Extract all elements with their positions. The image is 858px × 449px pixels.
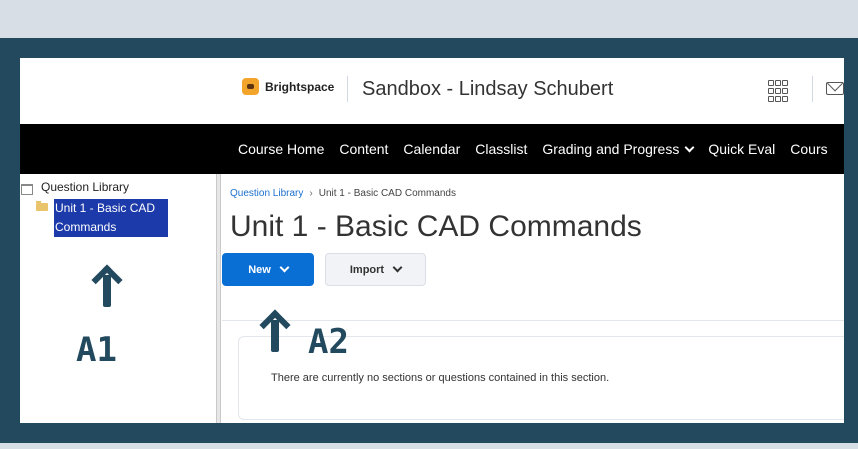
nav-quick-eval[interactable]: Quick Eval [708,141,775,157]
lms-screen: Brightspace Sandbox - Lindsay Schubert C… [20,58,844,423]
nav-content[interactable]: Content [339,141,388,157]
nav-classlist[interactable]: Classlist [475,141,527,157]
top-header: Brightspace Sandbox - Lindsay Schubert [20,58,844,124]
tree-item-label-line1: Unit 1 - Basic CAD [55,201,156,215]
content-divider [222,320,844,321]
nav-calendar[interactable]: Calendar [403,141,460,157]
tree-item-unit-1[interactable]: Unit 1 - Basic CAD Commands [36,199,168,237]
tree-item-label-line2: Commands [55,220,117,234]
import-button[interactable]: Import [325,253,426,286]
callout-a1: A1 [76,330,117,370]
brand-name: Brightspace [265,79,335,94]
new-button-label: New [248,263,271,276]
breadcrumb: Question Library › Unit 1 - Basic CAD Comm… [230,188,456,199]
chevron-down-icon [684,142,695,152]
tree-root-question-library[interactable]: Question Library [20,180,130,195]
chevron-down-icon [392,262,403,273]
library-icon [20,181,33,195]
tutorial-frame: Brightspace Sandbox - Lindsay Schubert C… [0,38,858,443]
tree-item-label: Unit 1 - Basic CAD Commands [54,199,168,237]
brightspace-icon [242,78,259,95]
brightspace-logo[interactable]: Brightspace [242,78,334,95]
import-button-label: Import [349,263,385,276]
empty-state-message: There are currently no sections or quest… [271,372,610,384]
page-title: Unit 1 - Basic CAD Commands [230,210,642,243]
tree-root-label: Question Library [41,180,130,194]
header-divider-2 [812,76,813,102]
breadcrumb-separator-icon: › [309,188,313,199]
chevron-down-icon [279,262,290,273]
nav-grading-label: Grading and Progress [542,141,680,157]
arrow-up-icon [259,308,291,358]
breadcrumb-current: Unit 1 - Basic CAD Commands [318,188,456,199]
arrow-up-icon [91,263,123,313]
breadcrumb-link[interactable]: Question Library [230,188,303,199]
pane-resize-handle[interactable] [216,174,221,423]
mail-icon[interactable] [826,82,844,95]
nav-course-home[interactable]: Course Home [238,141,324,157]
waffle-icon[interactable] [768,80,788,102]
course-navbar: Course Home Content Calendar Classlist G… [20,124,844,174]
header-divider [347,76,348,102]
nav-grading-and-progress[interactable]: Grading and Progress [542,141,695,157]
folder-icon [36,201,48,211]
nav-course-truncated[interactable]: Cours [790,141,827,157]
course-title[interactable]: Sandbox - Lindsay Schubert [362,78,613,101]
new-button[interactable]: New [222,253,314,286]
callout-a2: A2 [308,322,349,362]
